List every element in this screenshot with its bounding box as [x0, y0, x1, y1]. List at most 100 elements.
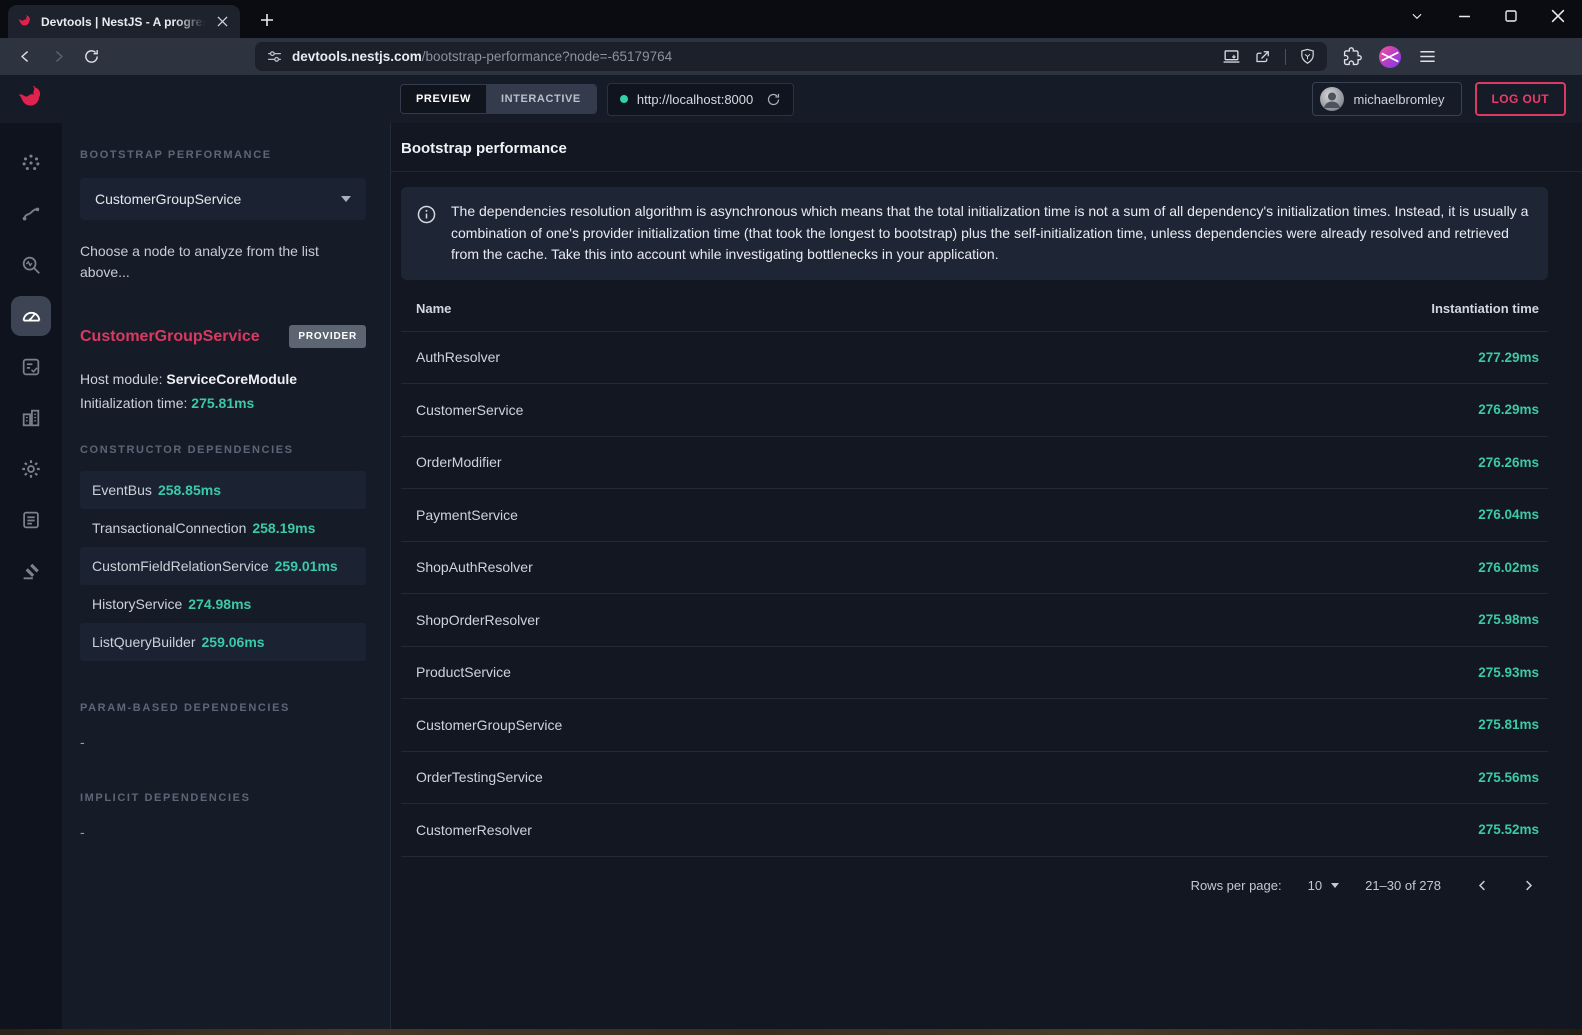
toolbar-right [1343, 46, 1443, 68]
host-module-value: ServiceCoreModule [166, 371, 297, 387]
info-callout: The dependencies resolution algorithm is… [401, 187, 1548, 280]
constructor-deps-list: EventBus 258.85ms TransactionalConnectio… [80, 471, 366, 661]
implicit-deps-value: - [80, 824, 366, 840]
interactive-tab[interactable]: INTERACTIVE [486, 85, 596, 113]
nest-logo[interactable] [0, 75, 62, 123]
nest-favicon-icon [17, 14, 33, 30]
new-tab-button[interactable] [256, 9, 278, 31]
send-to-device-icon[interactable] [1222, 47, 1241, 66]
init-time-row: Initialization time: 275.81ms [80, 391, 366, 415]
docs-icon[interactable] [11, 500, 51, 540]
browser-profile-avatar[interactable] [1379, 46, 1401, 68]
info-text: The dependencies resolution algorithm is… [451, 201, 1530, 266]
constructor-deps-title: CONSTRUCTOR DEPENDENCIES [80, 444, 366, 456]
implicit-deps-title: IMPLICIT DEPENDENCIES [80, 792, 366, 804]
close-window-button[interactable] [1548, 6, 1568, 26]
address-bar[interactable]: devtools.nestjs.com/bootstrap-performanc… [255, 42, 1327, 71]
address-bar-actions [1222, 47, 1316, 66]
table-row[interactable]: CustomerService 276.29ms [401, 384, 1548, 437]
forward-button[interactable] [45, 44, 71, 70]
row-name: ShopOrderResolver [416, 612, 540, 628]
user-menu[interactable]: michaelbromley [1312, 82, 1461, 116]
host-module-label: Host module: [80, 371, 166, 387]
table-row[interactable]: ProductService 275.93ms [401, 647, 1548, 700]
chevron-down-icon [341, 196, 351, 202]
preview-tab[interactable]: PREVIEW [401, 85, 486, 113]
app-url-field[interactable]: http://localhost:8000 [607, 83, 794, 116]
insights-search-icon[interactable] [11, 245, 51, 285]
browser-toolbar: devtools.nestjs.com/bootstrap-performanc… [0, 38, 1582, 75]
tab-search-chevron-icon[interactable] [1407, 6, 1427, 26]
node-select[interactable]: CustomerGroupService [80, 178, 366, 220]
settings-gear-icon[interactable] [11, 449, 51, 489]
app-header-right: michaelbromley LOG OUT [1312, 82, 1566, 116]
modules-icon[interactable] [11, 398, 51, 438]
dependency-name: EventBus [92, 482, 152, 498]
logout-button[interactable]: LOG OUT [1475, 82, 1566, 116]
connection-status-dot [620, 95, 628, 103]
table-row[interactable]: ShopAuthResolver 276.02ms [401, 542, 1548, 595]
browser-titlebar: Devtools | NestJS - A progressive [0, 0, 1582, 38]
dependency-item[interactable]: CustomFieldRelationService 259.01ms [80, 547, 366, 585]
param-deps-title: PARAM-BASED DEPENDENCIES [80, 702, 366, 714]
table-row[interactable]: OrderTestingService 275.56ms [401, 752, 1548, 805]
dependency-time: 274.98ms [188, 596, 251, 612]
routes-icon[interactable] [11, 194, 51, 234]
bootstrap-performance-icon[interactable] [11, 296, 51, 336]
rows-per-page-select[interactable]: 10 [1308, 878, 1339, 893]
site-settings-icon[interactable] [266, 48, 283, 65]
table-row[interactable]: ShopOrderResolver 275.98ms [401, 594, 1548, 647]
maximize-button[interactable] [1501, 6, 1521, 26]
tab-close-icon[interactable] [213, 13, 231, 31]
row-name: CustomerService [416, 402, 523, 418]
devtools-app: PREVIEW INTERACTIVE http://localhost:800… [0, 75, 1582, 1035]
menu-icon[interactable] [1418, 47, 1437, 66]
row-name: AuthResolver [416, 349, 500, 365]
url-text: devtools.nestjs.com/bootstrap-performanc… [292, 49, 672, 64]
pagination-range: 21–30 of 278 [1365, 878, 1441, 893]
checklist-icon[interactable] [11, 347, 51, 387]
table-row[interactable]: AuthResolver 277.29ms [401, 332, 1548, 385]
share-icon[interactable] [1254, 48, 1272, 66]
row-name: ShopAuthResolver [416, 559, 533, 575]
pagination-controls [1471, 875, 1539, 897]
chevron-down-icon [1331, 883, 1339, 888]
next-page-button[interactable] [1517, 875, 1539, 897]
browser-tab[interactable]: Devtools | NestJS - A progressive [8, 5, 240, 38]
table-row[interactable]: CustomerGroupService 275.81ms [401, 699, 1548, 752]
table-row[interactable]: OrderModifier 276.26ms [401, 437, 1548, 490]
table-row[interactable]: PaymentService 276.04ms [401, 489, 1548, 542]
url-domain: devtools.nestjs.com [292, 49, 422, 64]
dependency-item[interactable]: TransactionalConnection 258.19ms [80, 509, 366, 547]
init-time-value: 275.81ms [191, 395, 254, 411]
table-body: AuthResolver 277.29ms CustomerService 27… [401, 332, 1548, 857]
dependency-item[interactable]: EventBus 258.85ms [80, 471, 366, 509]
url-path: /bootstrap-performance?node=-65179764 [422, 49, 672, 64]
row-time: 276.29ms [1478, 402, 1539, 417]
brave-shields-icon[interactable] [1299, 48, 1316, 65]
host-module-row: Host module: ServiceCoreModule [80, 367, 366, 391]
nav-rail-icons [0, 123, 62, 591]
app-url-refresh-icon[interactable] [766, 92, 781, 107]
table-row[interactable]: CustomerResolver 275.52ms [401, 804, 1548, 857]
previous-page-button[interactable] [1471, 875, 1493, 897]
minimize-button[interactable] [1454, 6, 1474, 26]
dependency-item[interactable]: ListQueryBuilder 259.06ms [80, 623, 366, 661]
dependency-name: ListQueryBuilder [92, 634, 196, 650]
node-header: CustomerGroupService PROVIDER [80, 325, 366, 348]
reload-button[interactable] [78, 44, 104, 70]
node-select-value: CustomerGroupService [95, 191, 241, 207]
row-time: 275.52ms [1478, 822, 1539, 837]
graph-icon[interactable] [11, 143, 51, 183]
dependency-name: HistoryService [92, 596, 182, 612]
row-name: PaymentService [416, 507, 518, 523]
table-header: Name Instantiation time [401, 286, 1548, 332]
dependency-item[interactable]: HistoryService 274.98ms [80, 585, 366, 623]
desktop-wallpaper-edge [0, 1029, 1582, 1035]
extensions-icon[interactable] [1343, 47, 1362, 66]
dependency-time: 259.01ms [275, 558, 338, 574]
row-time: 275.56ms [1478, 770, 1539, 785]
back-button[interactable] [12, 44, 38, 70]
audit-gavel-icon[interactable] [11, 551, 51, 591]
page-title-row: Bootstrap performance [391, 123, 1582, 172]
